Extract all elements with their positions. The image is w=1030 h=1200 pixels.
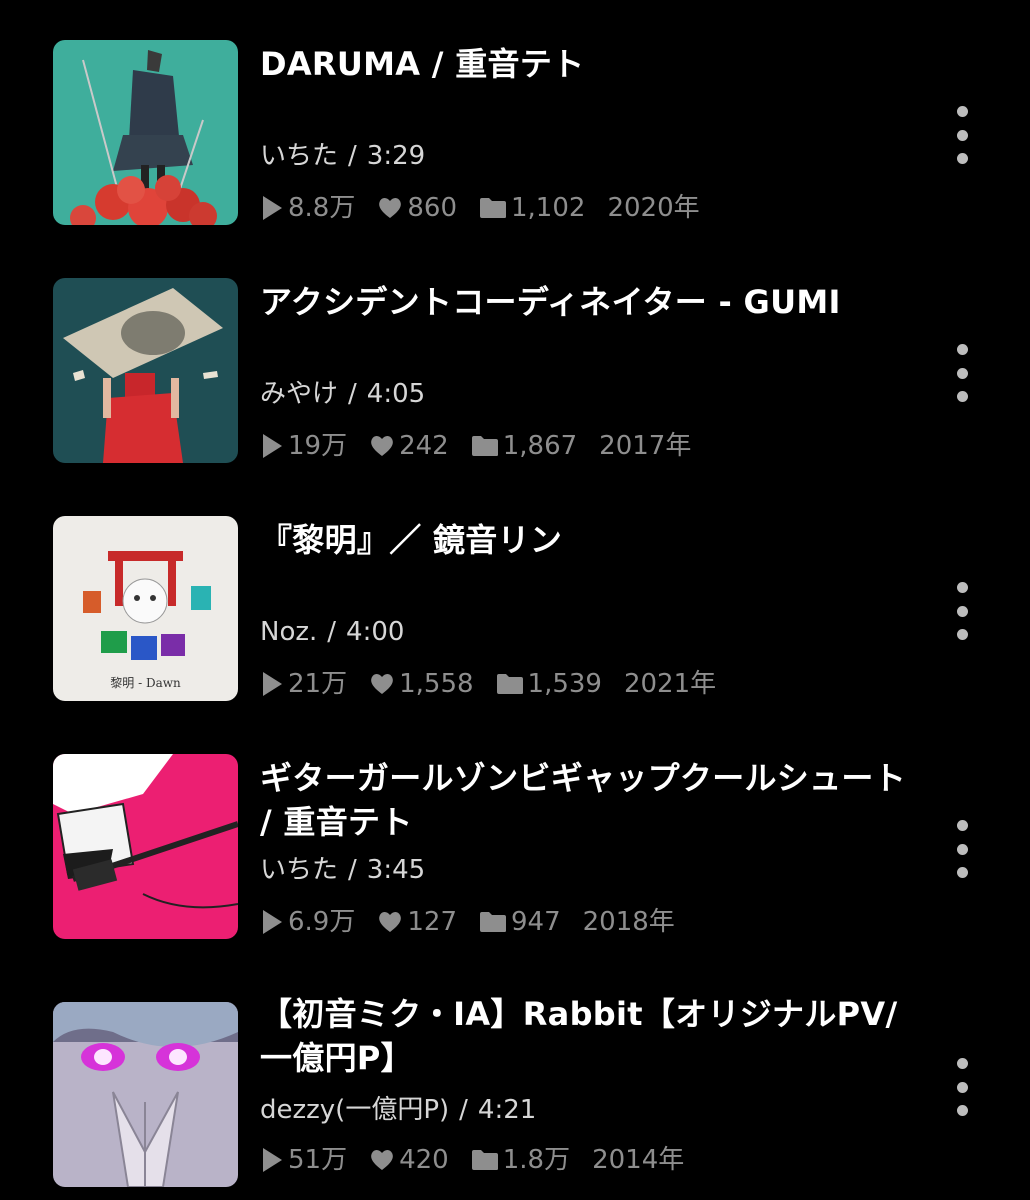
list-item[interactable]: 黎明 - Dawn 『黎明』／ 鏡音リン Noz. / 4:00 21万 1,558… xyxy=(0,516,1030,716)
separator: / xyxy=(348,141,357,171)
duration: 3:29 xyxy=(366,141,426,171)
play-icon xyxy=(263,672,282,696)
video-subtitle: みやけ / 4:05 xyxy=(260,378,425,410)
video-subtitle: Noz. / 4:00 xyxy=(260,616,404,648)
play-count: 6.9万 xyxy=(288,907,356,937)
mylist-count: 947 xyxy=(511,907,561,937)
video-thumbnail[interactable] xyxy=(53,754,238,939)
upload-year: 2017年 xyxy=(599,431,692,461)
mylist-count: 1,539 xyxy=(527,669,602,699)
video-title[interactable]: ギターガールゾンビギャップクールシュート / 重音テト xyxy=(260,756,920,844)
artist-name[interactable]: いちた xyxy=(260,855,338,885)
artist-name[interactable]: みやけ xyxy=(260,379,338,409)
folder-icon xyxy=(480,912,506,932)
video-title[interactable]: DARUMA / 重音テト xyxy=(260,42,920,86)
plays-stat: 6.9万 xyxy=(260,906,355,938)
heart-icon xyxy=(371,1150,393,1170)
likes-stat: 420 xyxy=(369,1144,449,1176)
play-count: 21万 xyxy=(288,669,348,699)
heart-icon xyxy=(379,912,402,932)
play-icon xyxy=(263,1148,282,1172)
video-stats: 19万 242 1,867 2017年 xyxy=(260,430,713,462)
artist-name[interactable]: いちた xyxy=(260,141,338,171)
mylist-count: 1.8万 xyxy=(502,1145,571,1175)
video-stats: 8.8万 860 1,102 2020年 xyxy=(260,192,722,224)
duration: 4:00 xyxy=(346,617,405,647)
artist-name[interactable]: dezzy(一億円P) xyxy=(260,1095,449,1125)
separator: / xyxy=(348,855,357,885)
likes-stat: 860 xyxy=(377,192,457,224)
list-item[interactable]: DARUMA / 重音テト いちた / 3:29 8.8万 860 1,102 20… xyxy=(0,40,1030,240)
likes-stat: 242 xyxy=(369,430,449,462)
duration: 4:21 xyxy=(477,1095,537,1125)
video-stats: 6.9万 127 947 2018年 xyxy=(260,906,697,938)
mylist-count: 1,102 xyxy=(511,193,586,223)
heart-icon xyxy=(371,674,393,694)
video-title[interactable]: 【初音ミク・IA】Rabbit【オリジナルPV/一億円P】 xyxy=(260,992,920,1080)
video-title[interactable]: アクシデントコーディネイター - GUMI xyxy=(260,280,920,324)
mylists-stat: 947 xyxy=(479,906,561,938)
like-count: 860 xyxy=(407,193,457,223)
video-subtitle: dezzy(一億円P) / 4:21 xyxy=(260,1094,536,1126)
heart-icon xyxy=(379,198,402,218)
folder-icon xyxy=(496,674,523,694)
artist-name[interactable]: Noz. xyxy=(260,617,317,647)
likes-stat: 1,558 xyxy=(369,668,474,700)
video-thumbnail[interactable] xyxy=(53,40,238,225)
separator: / xyxy=(327,617,337,647)
video-stats: 21万 1,558 1,539 2021年 xyxy=(260,668,738,700)
separator: / xyxy=(348,379,357,409)
upload-year: 2018年 xyxy=(582,907,675,937)
thumbnail-caption: 黎明 - Dawn xyxy=(110,676,181,690)
plays-stat: 21万 xyxy=(260,668,347,700)
folder-icon xyxy=(471,436,498,456)
like-count: 242 xyxy=(399,431,449,461)
heart-icon xyxy=(371,436,393,456)
like-count: 420 xyxy=(399,1145,449,1175)
play-icon xyxy=(263,434,282,458)
mylists-stat: 1,867 xyxy=(471,430,577,462)
plays-stat: 19万 xyxy=(260,430,347,462)
video-thumbnail[interactable]: 黎明 - Dawn xyxy=(53,516,238,701)
more-vertical-icon[interactable] xyxy=(948,582,976,640)
more-vertical-icon[interactable] xyxy=(948,344,976,402)
play-icon xyxy=(263,196,282,220)
mylists-stat: 1.8万 xyxy=(471,1144,570,1176)
folder-icon xyxy=(480,198,506,218)
play-count: 8.8万 xyxy=(288,193,356,223)
video-stats: 51万 420 1.8万 2014年 xyxy=(260,1144,706,1176)
play-count: 19万 xyxy=(288,431,348,461)
more-vertical-icon[interactable] xyxy=(948,820,976,878)
list-item[interactable]: アクシデントコーディネイター - GUMI みやけ / 4:05 19万 242 1… xyxy=(0,278,1030,478)
separator: / xyxy=(459,1095,468,1125)
mylist-count: 1,867 xyxy=(502,431,578,461)
video-subtitle: いちた / 3:45 xyxy=(260,854,425,886)
play-count: 51万 xyxy=(288,1145,348,1175)
folder-icon xyxy=(471,1150,498,1170)
list-item[interactable]: ギターガールゾンビギャップクールシュート / 重音テト いちた / 3:45 6.9… xyxy=(0,754,1030,954)
upload-year: 2014年 xyxy=(592,1145,685,1175)
video-thumbnail[interactable] xyxy=(53,1002,238,1187)
plays-stat: 51万 xyxy=(260,1144,347,1176)
list-item[interactable]: 【初音ミク・IA】Rabbit【オリジナルPV/一億円P】 dezzy(一億円P… xyxy=(0,995,1030,1200)
video-list: DARUMA / 重音テト いちた / 3:29 8.8万 860 1,102 20… xyxy=(0,0,1030,1200)
plays-stat: 8.8万 xyxy=(260,192,355,224)
video-subtitle: いちた / 3:29 xyxy=(260,140,425,172)
duration: 4:05 xyxy=(366,379,426,409)
mylists-stat: 1,102 xyxy=(479,192,585,224)
upload-year: 2021年 xyxy=(623,669,717,699)
like-count: 1,558 xyxy=(399,669,474,699)
mylists-stat: 1,539 xyxy=(496,668,602,700)
duration: 3:45 xyxy=(366,855,426,885)
upload-year: 2020年 xyxy=(607,193,700,223)
more-vertical-icon[interactable] xyxy=(948,1058,976,1116)
video-thumbnail[interactable] xyxy=(53,278,238,463)
more-vertical-icon[interactable] xyxy=(948,106,976,164)
likes-stat: 127 xyxy=(377,906,457,938)
play-icon xyxy=(263,910,282,934)
like-count: 127 xyxy=(407,907,457,937)
video-title[interactable]: 『黎明』／ 鏡音リン xyxy=(260,518,920,562)
